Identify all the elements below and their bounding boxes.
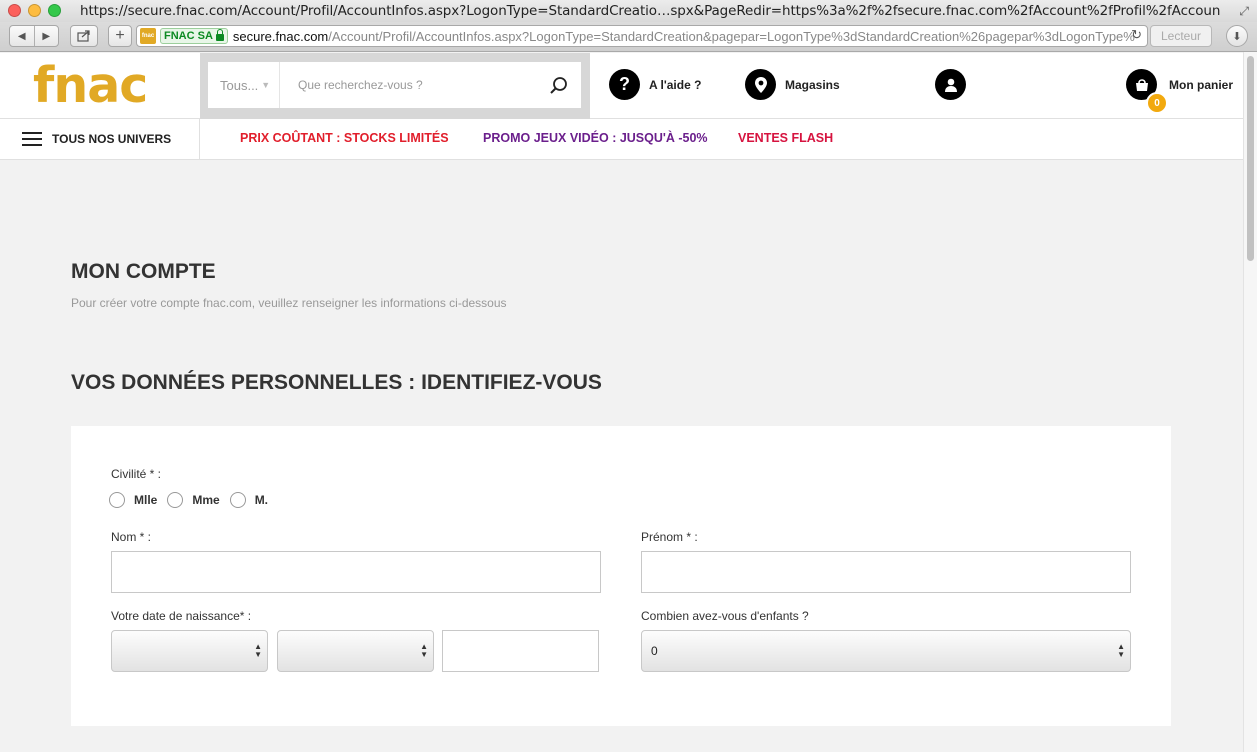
- user-icon: [935, 69, 966, 100]
- fullscreen-icon[interactable]: ⤢: [1239, 4, 1249, 19]
- help-link[interactable]: ? A l'aide ?: [609, 69, 701, 100]
- civility-option-label[interactable]: Mme: [192, 493, 219, 507]
- page-title: MON COMPTE: [71, 260, 216, 284]
- site-header: fnac Tous... ▼ ? A l'aide ? Magasins: [0, 53, 1243, 119]
- promo-link-jeux-video[interactable]: PROMO JEUX VIDÉO : JUSQU'À -50%: [483, 131, 708, 145]
- children-count-select[interactable]: 0 ▲ ▼: [641, 630, 1131, 672]
- question-icon: ?: [609, 69, 640, 100]
- children-label: Combien avez-vous d'enfants ?: [641, 609, 809, 623]
- search-input[interactable]: [280, 62, 535, 108]
- help-label: A l'aide ?: [649, 77, 702, 92]
- url-host: secure.fnac.com: [232, 28, 329, 44]
- back-forward-buttons: ◀ ▶: [9, 25, 59, 47]
- select-arrows-icon: ▲ ▼: [1117, 642, 1125, 659]
- minimize-window-button[interactable]: [28, 4, 41, 17]
- cart-count-badge: 0: [1146, 92, 1168, 114]
- firstname-input[interactable]: [641, 551, 1131, 593]
- civility-label: Civilité * :: [111, 467, 162, 481]
- account-link[interactable]: [935, 69, 966, 100]
- map-pin-icon: [745, 69, 776, 100]
- ev-cert-label: FNAC SA: [164, 30, 213, 42]
- page-title-bold: COMPTE: [125, 260, 216, 283]
- cart-link[interactable]: 0 Mon panier: [1126, 69, 1234, 114]
- share-icon: [77, 30, 90, 42]
- civility-radio-group: Mlle Mme M.: [109, 492, 278, 508]
- new-tab-button[interactable]: +: [108, 25, 132, 47]
- reader-button[interactable]: Lecteur: [1150, 25, 1212, 47]
- lastname-input[interactable]: [111, 551, 601, 593]
- section-title-light: VOS DONNÉES PERSONNELLES :: [71, 371, 422, 394]
- stores-link[interactable]: Magasins: [745, 69, 840, 100]
- all-categories-menu[interactable]: TOUS NOS UNIVERS: [0, 119, 200, 159]
- all-categories-label: TOUS NOS UNIVERS: [52, 132, 172, 146]
- civility-option-label[interactable]: Mlle: [134, 493, 157, 507]
- ev-certificate-badge[interactable]: FNAC SA: [160, 28, 228, 44]
- forward-icon[interactable]: ▶: [35, 31, 59, 42]
- civility-option-label[interactable]: M.: [255, 493, 268, 507]
- close-window-button[interactable]: [8, 4, 21, 17]
- section-title: VOS DONNÉES PERSONNELLES : IDENTIFIEZ-VO…: [71, 371, 602, 395]
- section-title-bold: IDENTIFIEZ-VOUS: [421, 371, 602, 394]
- lock-icon: [215, 29, 224, 41]
- birth-month-select[interactable]: ▲ ▼: [277, 630, 434, 672]
- birth-day-select[interactable]: ▲ ▼: [111, 630, 268, 672]
- hamburger-menu-icon: [22, 132, 42, 146]
- browser-toolbar: ◀ ▶ + fnac FNAC SA secure.fnac.com/Accou…: [0, 22, 1257, 52]
- url-path: /Account/Profil/AccountInfos.aspx?LogonT…: [328, 28, 1135, 44]
- address-bar[interactable]: fnac FNAC SA secure.fnac.com/Account/Pro…: [136, 25, 1148, 47]
- browser-titlebar: https://secure.fnac.com/Account/Profil/A…: [0, 0, 1257, 22]
- back-icon[interactable]: ◀: [10, 31, 34, 42]
- window-title: https://secure.fnac.com/Account/Profil/A…: [80, 3, 1220, 19]
- birthdate-label: Votre date de naissance* :: [111, 609, 252, 623]
- share-button[interactable]: [70, 25, 98, 47]
- fnac-logo[interactable]: fnac: [33, 57, 148, 114]
- search-category-value: Tous...: [220, 77, 259, 93]
- stores-label: Magasins: [785, 77, 840, 92]
- search-box: Tous... ▼: [208, 62, 581, 108]
- civility-radio-m[interactable]: [229, 492, 246, 508]
- fnac-favicon-icon: fnac: [140, 28, 156, 44]
- children-count-value: 0: [651, 644, 658, 658]
- scrollbar-thumb[interactable]: [1247, 56, 1254, 261]
- promo-link-prix-coutant[interactable]: PRIX COÛTANT : STOCKS LIMITÉS: [240, 131, 449, 145]
- select-arrows-icon: ▲ ▼: [254, 642, 262, 659]
- birth-year-input[interactable]: [442, 630, 599, 672]
- page-subtitle: Pour créer votre compte fnac.com, veuill…: [71, 296, 507, 310]
- page-scrollbar[interactable]: [1243, 52, 1257, 752]
- promo-link-ventes-flash[interactable]: VENTES FLASH: [738, 131, 833, 145]
- zoom-window-button[interactable]: [48, 4, 61, 17]
- search-button[interactable]: [535, 62, 581, 108]
- page-title-light: MON: [71, 260, 126, 283]
- search-icon: [549, 76, 567, 94]
- caret-down-icon: ▼: [261, 80, 271, 90]
- firstname-label: Prénom * :: [641, 530, 698, 544]
- lastname-label: Nom * :: [111, 530, 152, 544]
- civility-radio-mlle[interactable]: [109, 492, 125, 508]
- search-category-select[interactable]: Tous... ▼: [208, 62, 280, 108]
- main-navigation: TOUS NOS UNIVERS PRIX COÛTANT : STOCKS L…: [0, 119, 1243, 160]
- civility-radio-mme[interactable]: [167, 492, 184, 508]
- reload-icon[interactable]: ↻: [1131, 27, 1142, 43]
- search-area: Tous... ▼: [200, 53, 590, 119]
- select-arrows-icon: ▲ ▼: [420, 642, 428, 659]
- downloads-icon[interactable]: ⬇: [1226, 25, 1248, 47]
- cart-label: Mon panier: [1169, 77, 1234, 92]
